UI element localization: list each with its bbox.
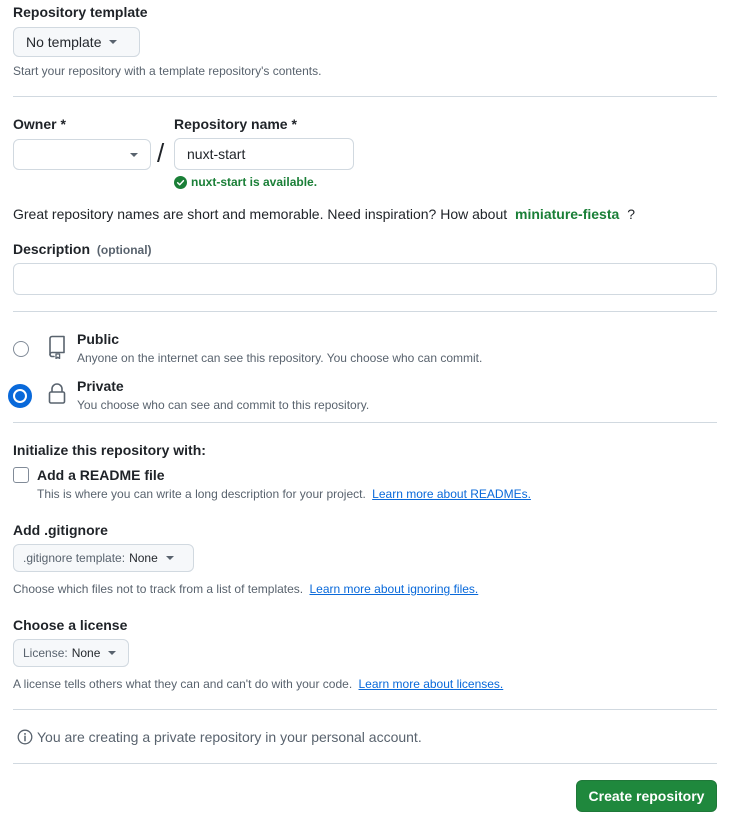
readme-desc-line: This is where you can write a long descr…: [37, 487, 531, 501]
private-title: Private: [77, 378, 124, 394]
description-optional: (optional): [96, 243, 152, 257]
info-text: You are creating a private repository in…: [37, 729, 422, 745]
readme-checkbox[interactable]: [13, 467, 29, 483]
chevron-down-icon: [130, 153, 138, 157]
readme-label: Add a README file: [37, 467, 165, 483]
private-desc: You choose who can see and commit to thi…: [77, 398, 370, 412]
repo-name-label: Repository name *: [174, 116, 297, 132]
suggestion-link[interactable]: miniature-fiesta: [515, 206, 619, 222]
divider: [13, 763, 717, 764]
license-select[interactable]: License: None: [13, 639, 129, 667]
public-radio[interactable]: [13, 341, 29, 357]
description-label-group: Description (optional): [13, 241, 152, 257]
private-radio[interactable]: [8, 384, 32, 408]
gitignore-heading: Add .gitignore: [13, 522, 108, 538]
divider: [13, 422, 717, 423]
gitignore-desc-line: Choose which files not to track from a l…: [13, 582, 478, 596]
license-desc: A license tells others what they can and…: [13, 677, 353, 691]
lock-icon: [48, 383, 66, 404]
template-select-value: No template: [26, 34, 102, 50]
gitignore-value: None: [129, 551, 158, 565]
readme-desc: This is where you can write a long descr…: [37, 487, 366, 501]
owner-label: Owner *: [13, 116, 66, 132]
license-desc-line: A license tells others what they can and…: [13, 677, 503, 691]
repo-name-value: nuxt-start: [187, 146, 246, 162]
license-prefix: License:: [23, 646, 68, 660]
divider: [13, 96, 717, 97]
chevron-down-icon: [108, 651, 117, 655]
public-desc: Anyone on the internet can see this repo…: [77, 351, 483, 365]
repo-name-input[interactable]: nuxt-start: [174, 138, 354, 170]
gitignore-learn-more-link[interactable]: Learn more about ignoring files.: [309, 582, 478, 596]
license-heading: Choose a license: [13, 617, 128, 633]
template-note: Start your repository with a template re…: [13, 64, 322, 78]
description-input[interactable]: [13, 263, 717, 295]
owner-repo-separator: /: [157, 138, 165, 168]
info-icon: [17, 729, 33, 745]
inspiration-text: Great repository names are short and mem…: [13, 206, 508, 222]
repo-icon: [49, 335, 65, 359]
license-value: None: [71, 646, 101, 660]
create-repository-button[interactable]: Create repository: [576, 780, 717, 812]
license-learn-more-link[interactable]: Learn more about licenses.: [359, 677, 504, 691]
owner-select[interactable]: [13, 139, 151, 170]
chevron-down-icon: [109, 40, 118, 44]
inspiration-end: ?: [627, 206, 635, 222]
divider: [13, 709, 717, 710]
repo-availability: nuxt-start is available.: [174, 175, 317, 189]
template-select[interactable]: No template: [13, 27, 140, 57]
template-label: Repository template: [13, 4, 148, 20]
gitignore-prefix: .gitignore template:: [23, 551, 126, 565]
readme-learn-more-link[interactable]: Learn more about READMEs.: [372, 487, 531, 501]
divider: [13, 311, 717, 312]
public-title: Public: [77, 331, 120, 347]
gitignore-select[interactable]: .gitignore template: None: [13, 544, 194, 572]
description-label: Description: [13, 241, 91, 257]
availability-text: nuxt-start is available.: [191, 175, 318, 189]
init-heading: Initialize this repository with:: [13, 442, 206, 458]
check-circle-icon: [174, 175, 187, 189]
chevron-down-icon: [165, 556, 174, 560]
inspiration-line: Great repository names are short and mem…: [13, 206, 635, 222]
gitignore-desc: Choose which files not to track from a l…: [13, 582, 304, 596]
